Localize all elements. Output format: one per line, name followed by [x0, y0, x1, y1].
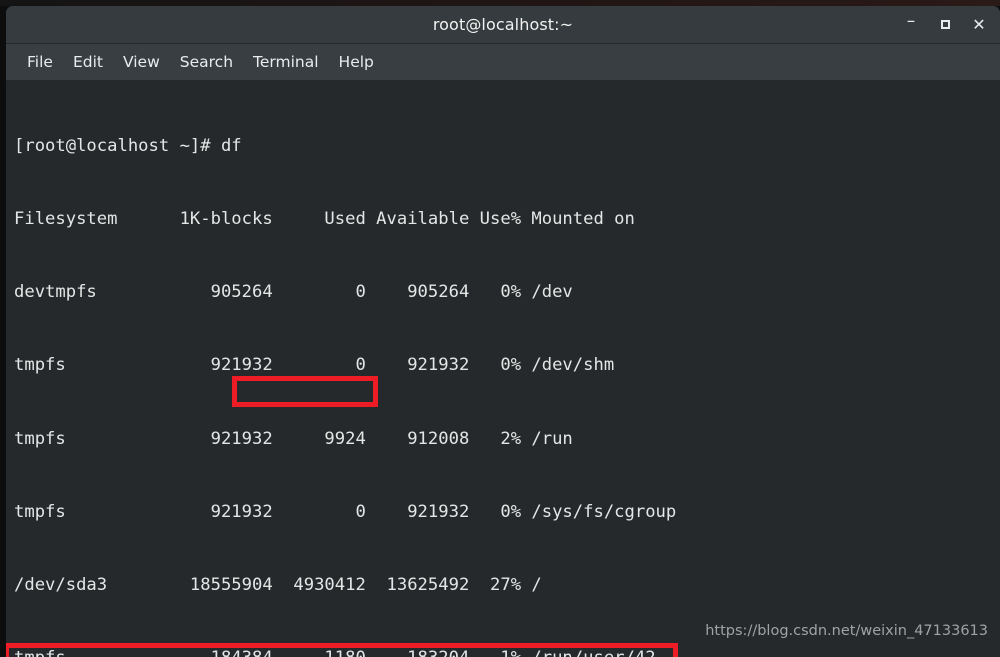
terminal-line: tmpfs 921932 0 921932 0% /sys/fs/cgroup [14, 501, 677, 522]
terminal-line: tmpfs 921932 0 921932 0% /dev/shm [14, 355, 615, 376]
terminal-window: root@localhost:~ – ✕ File Edit View Sear… [6, 6, 1000, 657]
terminal-line: [root@localhost ~]# df [14, 135, 242, 156]
menu-item-file[interactable]: File [18, 50, 62, 74]
watermark-url: https://blog.csdn.net/weixin_47133613 [705, 623, 988, 639]
terminal-line: tmpfs 921932 9924 912008 2% /run [14, 428, 573, 449]
close-icon[interactable]: ✕ [962, 10, 996, 40]
minimize-icon[interactable]: – [894, 6, 928, 43]
terminal-screen: [root@localhost ~]# df Filesystem 1K-blo… [6, 85, 676, 657]
terminal-line: tmpfs 184384 1180 183204 1% /run/user/42 [14, 646, 676, 657]
maximize-icon[interactable] [928, 10, 962, 40]
maximize-square-glyph [940, 20, 950, 29]
menu-item-help[interactable]: Help [330, 50, 383, 74]
menubar: File Edit View Search Terminal Help [6, 44, 1000, 81]
window-titlebar[interactable]: root@localhost:~ – ✕ [6, 6, 1000, 44]
window-title: root@localhost:~ [432, 15, 574, 34]
menu-item-edit[interactable]: Edit [64, 50, 112, 74]
menu-item-terminal[interactable]: Terminal [244, 50, 328, 74]
terminal-body[interactable]: [root@localhost ~]# df Filesystem 1K-blo… [6, 81, 1000, 657]
terminal-line: devtmpfs 905264 0 905264 0% /dev [14, 282, 573, 303]
menu-item-view[interactable]: View [114, 50, 169, 74]
terminal-line: /dev/sda3 18555904 4930412 13625492 27% … [14, 575, 542, 596]
terminal-line: Filesystem 1K-blocks Used Available Use%… [14, 209, 635, 230]
window-controls: – ✕ [894, 6, 996, 43]
menu-item-search[interactable]: Search [171, 50, 242, 74]
desktop-backdrop: root@localhost:~ – ✕ File Edit View Sear… [0, 0, 1000, 657]
